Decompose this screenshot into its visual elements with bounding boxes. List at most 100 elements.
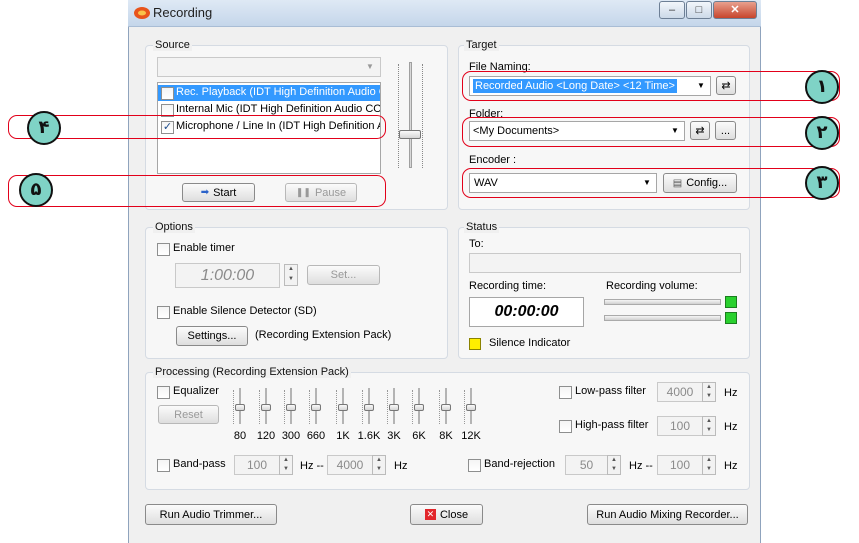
slider-ticks (412, 390, 413, 424)
eq-band-slider[interactable] (283, 388, 299, 426)
spin-up-icon[interactable]: ▲ (703, 383, 715, 392)
spin-down-icon[interactable]: ▼ (608, 465, 620, 474)
processing-title: Processing (Recording Extension Pack) (153, 366, 351, 378)
high-pass-spinner[interactable]: ▲ ▼ (702, 416, 716, 436)
equalizer-reset-button[interactable]: Reset (158, 405, 219, 424)
slider-thumb[interactable] (414, 404, 424, 411)
spin-up-icon[interactable]: ▲ (608, 456, 620, 465)
band-rejection-to-input[interactable]: 100 (657, 455, 703, 475)
band-pass-label[interactable]: Band-pass (173, 458, 226, 470)
slider-thumb[interactable] (235, 404, 245, 411)
maximize-button[interactable]: □ (686, 1, 712, 19)
eq-band-slider[interactable] (411, 388, 427, 426)
volume-meter-right (604, 315, 721, 321)
slider-ticks (336, 390, 337, 424)
app-icon (133, 4, 151, 22)
run-mixing-recorder-button[interactable]: Run Audio Mixing Recorder... (587, 504, 748, 525)
eq-band-label: 6K (412, 430, 426, 442)
timer-spinner[interactable]: ▲ ▼ (284, 264, 298, 286)
status-title: Status (464, 221, 500, 233)
slider-thumb[interactable] (311, 404, 321, 411)
spin-up-icon[interactable]: ▲ (703, 417, 715, 426)
enable-timer-checkbox[interactable] (157, 243, 170, 256)
eq-band-slider[interactable] (386, 388, 402, 426)
band-pass-checkbox[interactable] (157, 459, 170, 472)
slider-thumb[interactable] (338, 404, 348, 411)
spin-up-icon[interactable]: ▲ (285, 265, 297, 275)
spin-down-icon[interactable]: ▼ (280, 465, 292, 474)
eq-band-label: 3K (387, 430, 401, 442)
low-pass-label[interactable]: Low-pass filter (575, 385, 646, 397)
window-close-button[interactable]: ✕ (713, 1, 757, 19)
device-1-label[interactable]: Rec. Playback (IDT High Definition Audio… (176, 86, 380, 98)
annotation-box-4 (8, 115, 386, 139)
run-audio-trimmer-button[interactable]: Run Audio Trimmer... (145, 504, 277, 525)
eq-band-slider[interactable] (335, 388, 351, 426)
band-pass-to-spinner[interactable]: ▲ ▼ (372, 455, 386, 475)
equalizer-checkbox[interactable] (157, 386, 170, 399)
recording-time-label: Recording time: (469, 280, 547, 292)
slider-thumb[interactable] (466, 404, 476, 411)
encoder-label: Encoder : (469, 154, 517, 166)
band-rejection-hz: Hz (724, 460, 738, 472)
band-pass-hz: Hz (394, 460, 408, 472)
band-rejection-to-spinner[interactable]: ▲ ▼ (702, 455, 716, 475)
spin-down-icon[interactable]: ▼ (703, 426, 715, 435)
spin-up-icon[interactable]: ▲ (703, 456, 715, 465)
high-pass-checkbox[interactable] (559, 420, 572, 433)
input-volume-slider[interactable] (395, 62, 429, 170)
low-pass-checkbox[interactable] (559, 386, 572, 399)
source-device-combo[interactable]: ▼ (157, 57, 381, 77)
device-2-label[interactable]: Internal Mic (IDT High Definition Audio … (176, 103, 380, 115)
slider-ticks (362, 390, 363, 424)
eq-band-slider[interactable] (438, 388, 454, 426)
band-rejection-label[interactable]: Band-rejection (484, 458, 555, 470)
eq-band-slider[interactable] (361, 388, 377, 426)
slider-thumb[interactable] (364, 404, 374, 411)
low-pass-spinner[interactable]: ▲ ▼ (702, 382, 716, 402)
spin-down-icon[interactable]: ▼ (703, 465, 715, 474)
spin-down-icon[interactable]: ▼ (373, 465, 385, 474)
annotation-badge-2: ٢ (805, 116, 839, 150)
high-pass-label[interactable]: High-pass filter (575, 419, 648, 431)
spin-up-icon[interactable]: ▲ (280, 456, 292, 465)
slider-thumb[interactable] (286, 404, 296, 411)
sd-settings-button[interactable]: Settings... (176, 326, 248, 346)
enable-sd-label[interactable]: Enable Silence Detector (SD) (173, 305, 317, 317)
silence-indicator-light (469, 338, 481, 350)
spin-down-icon[interactable]: ▼ (703, 392, 715, 401)
band-rejection-from-spinner[interactable]: ▲ ▼ (607, 455, 621, 475)
slider-thumb[interactable] (389, 404, 399, 411)
output-path-field (469, 253, 741, 273)
high-pass-input[interactable]: 100 (657, 416, 703, 436)
slider-ticks (259, 390, 260, 424)
slider-thumb[interactable] (399, 130, 421, 139)
band-pass-from-spinner[interactable]: ▲ ▼ (279, 455, 293, 475)
eq-band-slider[interactable] (232, 388, 248, 426)
set-timer-button[interactable]: Set... (307, 265, 380, 285)
spin-up-icon[interactable]: ▲ (373, 456, 385, 465)
enable-sd-checkbox[interactable] (157, 306, 170, 319)
minimize-button[interactable]: – (659, 1, 685, 19)
band-pass-to-input[interactable]: 4000 (327, 455, 373, 475)
band-rejection-checkbox[interactable] (468, 459, 481, 472)
low-pass-input[interactable]: 4000 (657, 382, 703, 402)
slider-thumb[interactable] (441, 404, 451, 411)
close-x-icon: ✕ (424, 509, 436, 520)
extension-note: (Recording Extension Pack) (255, 329, 392, 341)
eq-band-label: 12K (461, 430, 481, 442)
slider-thumb[interactable] (261, 404, 271, 411)
enable-timer-label[interactable]: Enable timer (173, 242, 235, 254)
timer-input[interactable]: 1:00:00 (175, 263, 280, 288)
spin-down-icon[interactable]: ▼ (285, 275, 297, 285)
band-rejection-from-input[interactable]: 50 (565, 455, 608, 475)
close-button[interactable]: ✕ Close (410, 504, 483, 525)
eq-band-slider[interactable] (463, 388, 479, 426)
close-label: Close (439, 508, 469, 521)
band-pass-from-input[interactable]: 100 (234, 455, 280, 475)
equalizer-label[interactable]: Equalizer (173, 385, 219, 397)
device-1-checkbox[interactable] (161, 87, 174, 100)
eq-band-label: 8K (439, 430, 453, 442)
eq-band-slider[interactable] (308, 388, 324, 426)
eq-band-slider[interactable] (258, 388, 274, 426)
